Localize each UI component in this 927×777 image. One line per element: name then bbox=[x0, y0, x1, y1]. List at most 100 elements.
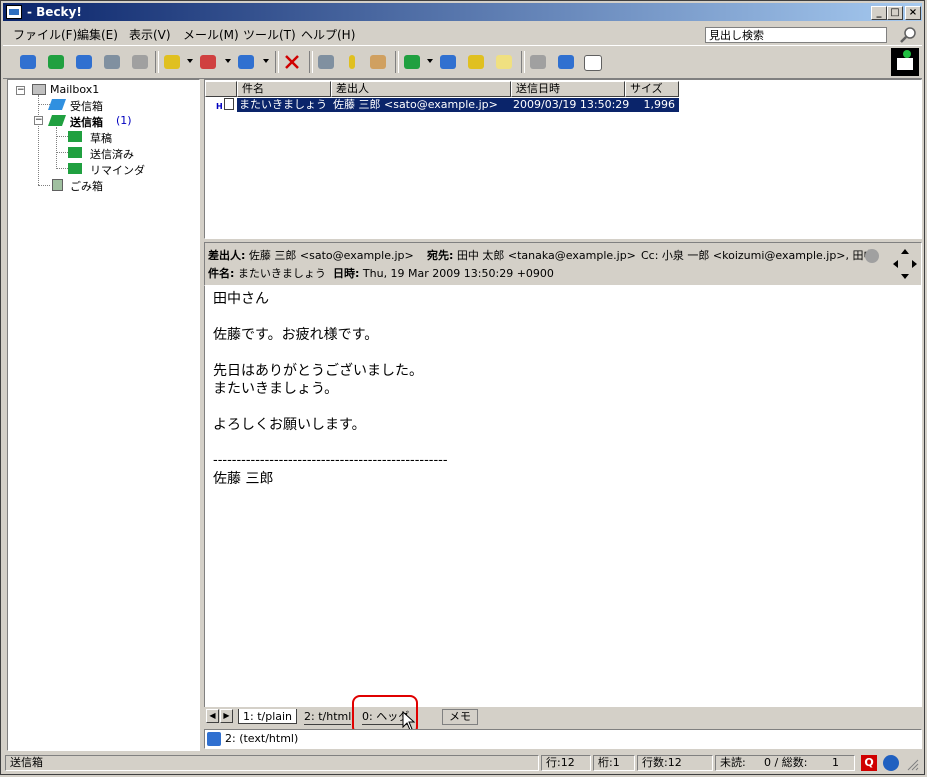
status-folder: 送信箱 bbox=[5, 755, 539, 771]
to-value[interactable]: 田中 太郎 <tanaka@example.jp> bbox=[457, 249, 636, 262]
menu-view[interactable]: 表示(V) bbox=[129, 26, 171, 43]
unread-value: 0 / 総数: bbox=[764, 756, 808, 769]
reply-icon[interactable] bbox=[197, 52, 219, 72]
tree-mailbox[interactable]: Mailbox1 bbox=[50, 83, 99, 96]
body-line: 佐藤です。お疲れ様です。 bbox=[213, 327, 379, 343]
globe-icon[interactable] bbox=[883, 755, 899, 771]
column-header-subject[interactable]: 件名 bbox=[237, 81, 331, 97]
row-subject: またいきましょう bbox=[239, 98, 327, 111]
clipboard-icon[interactable] bbox=[465, 52, 487, 72]
table-row[interactable]: またいきましょう 佐藤 三郎 <sato@example.jp> 2009/03… bbox=[237, 98, 679, 112]
status-bar: 送信箱 行:12 桁:1 行数:12 未読: 0 / 総数: 1 Q bbox=[3, 753, 922, 773]
menu-help[interactable]: ヘルプ(H) bbox=[301, 26, 355, 43]
forward-icon[interactable] bbox=[235, 52, 257, 72]
status-lines: 行数:12 bbox=[637, 755, 713, 771]
collapse-outbox-icon[interactable]: − bbox=[34, 116, 43, 125]
from-label: 差出人: bbox=[208, 249, 246, 262]
tab-scroll-right-icon[interactable]: ▶ bbox=[220, 709, 233, 723]
menu-tools[interactable]: ツール(T) bbox=[243, 26, 296, 43]
app-icon[interactable] bbox=[6, 5, 22, 19]
receive-all-icon[interactable] bbox=[17, 52, 39, 72]
send-icon[interactable] bbox=[73, 52, 95, 72]
tree-sent[interactable]: 送信済み bbox=[90, 146, 134, 162]
tab-scroll-left-icon[interactable]: ◀ bbox=[206, 709, 219, 723]
column-header-flags[interactable] bbox=[205, 81, 237, 97]
message-body[interactable]: 田中さん 佐藤です。お疲れ様です。 先日はありがとうございました。 またいきまし… bbox=[204, 286, 922, 707]
collapse-mailbox-icon[interactable]: − bbox=[16, 86, 25, 95]
body-line: 田中さん bbox=[213, 291, 269, 307]
receive-icon[interactable] bbox=[45, 52, 67, 72]
body-line: ----------------------------------------… bbox=[213, 453, 448, 468]
tab-text-plain[interactable]: 1: t/plain bbox=[238, 709, 298, 724]
trash-icon bbox=[52, 179, 63, 191]
row-date: 2009/03/19 13:50:29 bbox=[513, 98, 630, 111]
body-line: よろしくお願いします。 bbox=[213, 417, 366, 433]
body-line: 佐藤 三郎 bbox=[213, 471, 274, 487]
tree-outbox[interactable]: 送信箱 bbox=[70, 114, 103, 130]
window-title: - Becky! bbox=[27, 5, 82, 19]
folder-tree: − Mailbox1 受信箱 − 送信箱 (1) 草稿 送信済み リマインダ ご… bbox=[7, 79, 200, 751]
mime-part-bar: 2: (text/html) bbox=[204, 729, 922, 749]
html-part-icon[interactable] bbox=[207, 732, 221, 746]
tree-reminder[interactable]: リマインダ bbox=[90, 162, 145, 178]
menu-file[interactable]: ファイル(F) bbox=[13, 26, 77, 43]
sent-icon bbox=[68, 147, 82, 158]
column-header-from[interactable]: 差出人 bbox=[331, 81, 511, 97]
status-counts: 未読: 0 / 総数: 1 bbox=[715, 755, 855, 771]
address-book-icon[interactable] bbox=[437, 52, 459, 72]
compose-icon[interactable] bbox=[161, 52, 183, 72]
tree-drafts[interactable]: 草稿 bbox=[90, 130, 112, 146]
menu-mail[interactable]: メール(M) bbox=[183, 26, 239, 43]
toolbar bbox=[3, 45, 922, 79]
settings-icon[interactable] bbox=[555, 52, 577, 72]
drafts-icon bbox=[68, 131, 82, 142]
to-label: 宛先: bbox=[427, 249, 454, 262]
outbox-count: (1) bbox=[116, 114, 132, 127]
column-header-date[interactable]: 送信日時 bbox=[511, 81, 625, 97]
column-header-size[interactable]: サイズ bbox=[625, 81, 679, 97]
properties-icon[interactable] bbox=[367, 52, 389, 72]
tab-text-html[interactable]: 2: t/html bbox=[304, 709, 352, 725]
edit-icon[interactable] bbox=[341, 52, 363, 72]
layout-icon[interactable] bbox=[581, 52, 603, 72]
subject-label: 件名: bbox=[208, 267, 235, 280]
delete-icon[interactable] bbox=[281, 52, 303, 72]
title-bar: - Becky! _ □ × bbox=[3, 3, 922, 21]
filter-dropdown-icon[interactable] bbox=[427, 59, 433, 63]
mime-tab-bar: ◀ ▶ 1: t/plain 2: t/html 0: ヘッダ メモ bbox=[204, 707, 922, 727]
quick-icon[interactable]: Q bbox=[861, 755, 877, 771]
offline-icon[interactable] bbox=[129, 52, 151, 72]
close-button[interactable]: × bbox=[905, 6, 921, 20]
becky-logo-icon bbox=[891, 48, 919, 76]
forward-dropdown-icon[interactable] bbox=[263, 59, 269, 63]
mime-part-label[interactable]: 2: (text/html) bbox=[225, 730, 298, 748]
tree-inbox[interactable]: 受信箱 bbox=[70, 98, 103, 114]
toolbar-separator bbox=[395, 51, 399, 73]
send-receive-icon[interactable] bbox=[101, 52, 123, 72]
tree-trash[interactable]: ごみ箱 bbox=[70, 178, 103, 194]
cc-value[interactable]: Cc: 小泉 一郎 <koizumi@example.jp>, 田中 bbox=[641, 247, 875, 263]
add-contact-icon[interactable] bbox=[865, 249, 879, 263]
resize-grip-icon[interactable] bbox=[905, 757, 919, 771]
tab-memo[interactable]: メモ bbox=[442, 709, 478, 725]
search-icon[interactable] bbox=[897, 25, 919, 45]
body-line: 先日はありがとうございました。 bbox=[213, 363, 423, 379]
header-search-input[interactable]: 見出し検索 bbox=[705, 27, 887, 43]
filter-icon[interactable] bbox=[401, 52, 423, 72]
message-list: 件名 差出人 送信日時 サイズ H またいきましょう 佐藤 三郎 <sato@e… bbox=[204, 79, 922, 239]
menu-edit[interactable]: 編集(E) bbox=[77, 26, 118, 43]
maximize-button[interactable]: □ bbox=[887, 6, 903, 20]
compose-dropdown-icon[interactable] bbox=[187, 59, 193, 63]
toolbar-separator bbox=[275, 51, 279, 73]
minimize-button[interactable]: _ bbox=[871, 6, 887, 20]
outbox-icon bbox=[47, 115, 67, 126]
thread-icon[interactable] bbox=[315, 52, 337, 72]
header-nav-icon[interactable] bbox=[891, 247, 919, 281]
note-icon[interactable] bbox=[493, 52, 515, 72]
flag-icon[interactable] bbox=[527, 52, 549, 72]
message-header: 差出人: 佐藤 三郎 <sato@example.jp> 宛先: 田中 太郎 <… bbox=[204, 242, 922, 286]
reply-dropdown-icon[interactable] bbox=[225, 59, 231, 63]
total-count: 1 bbox=[832, 756, 839, 769]
from-value[interactable]: 佐藤 三郎 <sato@example.jp> bbox=[249, 249, 414, 262]
html-marker: H bbox=[216, 102, 223, 111]
